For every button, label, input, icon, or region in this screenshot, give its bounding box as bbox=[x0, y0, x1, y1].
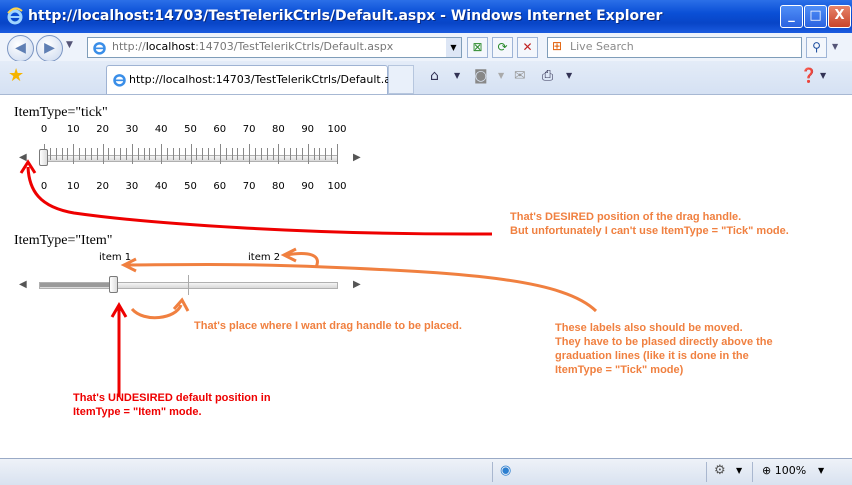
search-options-icon[interactable]: ▼ bbox=[832, 42, 838, 51]
address-text: http://localhost:14703/TestTelerikCtrls/… bbox=[112, 40, 394, 53]
zone-globe-icon: ◉ bbox=[500, 463, 512, 478]
status-separator bbox=[492, 462, 493, 482]
status-bar: ◉ ⚙ ▼ ⊕ 100% ▼ bbox=[0, 458, 852, 485]
refresh-button[interactable]: ⟳ bbox=[492, 37, 513, 58]
mail-icon[interactable]: ✉ bbox=[514, 67, 526, 85]
tab-page-icon bbox=[113, 74, 126, 87]
home-icon[interactable]: ⌂ bbox=[430, 67, 439, 85]
undesired-note: That's UNDESIRED default position in Ite… bbox=[73, 392, 271, 418]
favorites-star-icon[interactable]: ★ bbox=[8, 66, 24, 86]
compatibility-button[interactable]: ⊠ bbox=[467, 37, 488, 58]
feeds-icon[interactable]: ◙ bbox=[474, 67, 488, 85]
address-input[interactable]: http://localhost:14703/TestTelerikCtrls/… bbox=[87, 37, 462, 58]
magnifier-icon: ⚲ bbox=[812, 40, 821, 54]
labels-note: These labels also should be moved. They … bbox=[555, 322, 773, 376]
help-icon[interactable]: ❓ bbox=[800, 67, 817, 85]
title-bar: http://localhost:14703/TestTelerikCtrls/… bbox=[0, 0, 852, 33]
search-button[interactable]: ⚲ bbox=[806, 37, 827, 58]
feeds-dropdown-icon[interactable]: ▼ bbox=[498, 67, 504, 85]
maximize-button[interactable]: □ bbox=[804, 5, 827, 28]
refresh-icon: ⟳ bbox=[497, 40, 508, 54]
back-arrow-icon: ◀ bbox=[15, 40, 26, 56]
address-toolbar: ◀ ▶ ▼ http://localhost:14703/TestTelerik… bbox=[0, 33, 852, 62]
tab-default-aspx[interactable]: http://localhost:14703/TestTelerikCtrls/… bbox=[106, 65, 410, 94]
address-dropdown-icon[interactable]: ▼ bbox=[446, 38, 461, 57]
search-input[interactable]: ⊞ Live Search bbox=[547, 37, 802, 58]
ie-logo-icon bbox=[7, 7, 23, 25]
zoom-magnifier-icon: ⊕ bbox=[762, 464, 772, 477]
history-dropdown-icon[interactable]: ▼ bbox=[66, 40, 73, 50]
page-icon bbox=[93, 42, 106, 55]
window-title: http://localhost:14703/TestTelerikCtrls/… bbox=[28, 8, 663, 24]
print-icon[interactable]: ⎙ bbox=[542, 67, 553, 85]
home-dropdown-icon[interactable]: ▼ bbox=[454, 67, 460, 85]
desired-note: That's DESIRED position of the drag hand… bbox=[510, 211, 789, 237]
forward-arrow-icon: ▶ bbox=[44, 40, 55, 56]
close-button[interactable]: X bbox=[828, 5, 851, 28]
page-content: ItemType="tick" 0 10 20 30 40 50 60 70 80 90 100 0… bbox=[4, 95, 848, 455]
forward-button[interactable]: ▶ bbox=[36, 35, 63, 62]
search-placeholder: Live Search bbox=[570, 40, 634, 53]
compatibility-icon: ⊠ bbox=[472, 40, 483, 54]
status-separator bbox=[752, 462, 753, 482]
live-search-icon: ⊞ bbox=[552, 39, 563, 53]
protected-mode-icon[interactable]: ⚙ bbox=[714, 463, 726, 478]
protected-mode-dropdown-icon[interactable]: ▼ bbox=[736, 466, 742, 475]
back-button[interactable]: ◀ bbox=[7, 35, 34, 62]
minimize-button[interactable]: _ bbox=[780, 5, 803, 28]
place-note: That's place where I want drag handle to… bbox=[194, 320, 462, 332]
stop-button[interactable]: ✕ bbox=[517, 37, 538, 58]
tab-label: http://localhost:14703/TestTelerikCtrls/… bbox=[129, 73, 411, 86]
help-dropdown-icon[interactable]: ▼ bbox=[820, 67, 826, 85]
zoom-dropdown-icon[interactable]: ▼ bbox=[818, 466, 824, 475]
status-separator bbox=[706, 462, 707, 482]
new-tab-button[interactable] bbox=[388, 65, 414, 94]
tab-bar: ★ http://localhost:14703/TestTelerikCtrl… bbox=[0, 61, 852, 95]
zoom-level[interactable]: ⊕ 100% bbox=[762, 464, 806, 477]
stop-icon: ✕ bbox=[522, 40, 533, 54]
print-dropdown-icon[interactable]: ▼ bbox=[566, 67, 572, 85]
